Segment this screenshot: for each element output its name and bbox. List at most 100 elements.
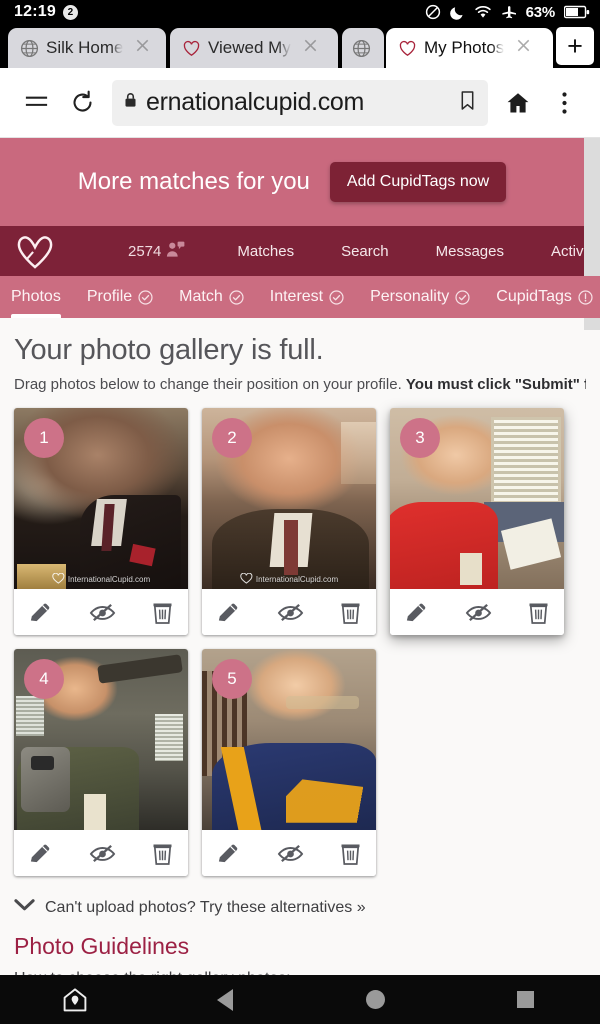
close-icon[interactable]: [511, 37, 536, 59]
watermark: InternationalCupid.com: [52, 572, 151, 586]
alexa-home-icon[interactable]: [0, 987, 150, 1013]
photo-position-badge: 1: [24, 418, 64, 458]
browser-tab-collapsed[interactable]: [342, 28, 384, 68]
photo-thumbnail[interactable]: 1 InternationalCupid.com: [14, 408, 188, 589]
photo-card[interactable]: 1 InternationalCupid.com: [14, 408, 188, 635]
tab-match[interactable]: Match: [179, 276, 244, 318]
watermark-text: InternationalCupid.com: [67, 575, 151, 584]
recents-square-icon[interactable]: [450, 991, 600, 1008]
photo-detail-id-badge: [83, 793, 107, 830]
photo-actions: [202, 830, 376, 876]
web-page-viewport: More matches for you Add CupidTags now 2…: [0, 138, 600, 975]
alert-circle-icon: [578, 289, 593, 305]
close-icon[interactable]: [130, 37, 155, 59]
chevron-down-icon: [14, 898, 35, 917]
edit-icon[interactable]: [28, 600, 53, 625]
photo-detail-glasses: [285, 696, 359, 709]
check-circle-icon: [138, 289, 153, 305]
nav-link-matches[interactable]: Matches: [237, 243, 294, 260]
edit-icon[interactable]: [216, 841, 241, 866]
photo-guidelines-heading[interactable]: Photo Guidelines: [14, 933, 586, 960]
nav-link-messages[interactable]: Messages: [436, 243, 504, 260]
delete-icon[interactable]: [339, 841, 362, 866]
tab-cupidtags[interactable]: CupidTags: [496, 276, 593, 318]
add-cupidtags-button[interactable]: Add CupidTags now: [329, 162, 507, 202]
delete-icon[interactable]: [151, 841, 174, 866]
photo-position-badge: 2: [212, 418, 252, 458]
photo-card[interactable]: 4: [14, 649, 188, 876]
tab-personality[interactable]: Personality: [370, 276, 470, 318]
person-message-icon: [166, 241, 185, 262]
delete-icon[interactable]: [339, 600, 362, 625]
watermark-text: InternationalCupid.com: [255, 575, 339, 584]
photo-actions: [390, 589, 564, 635]
heart-icon: [398, 39, 417, 58]
hide-icon[interactable]: [89, 600, 116, 625]
upload-alternatives-row[interactable]: Can't upload photos? Try these alternati…: [14, 898, 586, 917]
home-circle-icon[interactable]: [300, 990, 450, 1009]
visitors-count[interactable]: 2574: [128, 241, 185, 262]
browser-tab-my-photos[interactable]: My Photos: [386, 28, 553, 68]
hide-icon[interactable]: [89, 841, 116, 866]
upload-alternatives-label: Can't upload photos? Try these alternati…: [45, 898, 366, 916]
photo-card[interactable]: 3: [390, 408, 564, 635]
hide-icon[interactable]: [277, 600, 304, 625]
browser-tab-silk-home[interactable]: Silk Home: [8, 28, 166, 68]
globe-icon: [20, 39, 39, 58]
url-bar[interactable]: ernationalcupid.com: [112, 79, 488, 126]
visitors-count-value: 2574: [128, 242, 162, 260]
photo-grid: 1 InternationalCupid.com 2 International…: [14, 408, 586, 876]
hide-icon[interactable]: [277, 841, 304, 866]
photo-detail-phone-lens: [31, 755, 54, 771]
photo-actions: [14, 830, 188, 876]
globe-icon: [352, 39, 371, 58]
reload-icon[interactable]: [60, 81, 104, 125]
hamburger-menu-icon[interactable]: [14, 81, 58, 125]
home-icon[interactable]: [496, 81, 540, 125]
tab-interest[interactable]: Interest: [270, 276, 344, 318]
photo-thumbnail[interactable]: 5: [202, 649, 376, 830]
check-circle-icon: [329, 289, 344, 305]
photo-card[interactable]: 5: [202, 649, 376, 876]
moon-icon: [449, 4, 465, 20]
home-circle-shape: [365, 990, 385, 1009]
edit-icon[interactable]: [28, 841, 53, 866]
tab-label: Personality: [370, 288, 450, 305]
site-nav-links: Matches Search Messages Activity: [237, 243, 598, 260]
edit-icon[interactable]: [404, 600, 429, 625]
bookmark-icon[interactable]: [459, 90, 476, 116]
photo-thumbnail[interactable]: 3: [390, 408, 564, 589]
back-triangle-icon[interactable]: [150, 988, 300, 1011]
instructions-normal: Drag photos below to change their positi…: [14, 376, 406, 393]
status-clock: 12:19: [14, 3, 56, 20]
page-title: Your photo gallery is full.: [14, 334, 324, 366]
tab-photos[interactable]: Photos: [11, 276, 61, 318]
close-icon[interactable]: [298, 37, 323, 59]
nav-link-search[interactable]: Search: [341, 243, 389, 260]
edit-icon[interactable]: [216, 600, 241, 625]
tab-label: Match: [179, 288, 223, 305]
delete-icon[interactable]: [151, 600, 174, 625]
more-vertical-icon[interactable]: [542, 81, 586, 125]
photo-actions: [202, 589, 376, 635]
photo-thumbnail[interactable]: 4: [14, 649, 188, 830]
site-navigation-bar: 2574 Matches Search Messages Activity: [0, 226, 599, 276]
browser-tab-viewed-my[interactable]: Viewed My: [170, 28, 338, 68]
wifi-icon: [474, 5, 492, 19]
promo-banner: More matches for you Add CupidTags now: [0, 138, 584, 226]
photo-detail-tie: [283, 520, 298, 575]
photo-card[interactable]: 2 InternationalCupid.com: [202, 408, 376, 635]
profile-section-tabs: Photos Profile Match Interest Personalit…: [0, 276, 600, 318]
photo-position-badge: 3: [400, 418, 440, 458]
heart-logo-icon[interactable]: [14, 233, 70, 269]
photo-gallery-content: Your photo gallery is full. Drag photos …: [0, 318, 600, 975]
photo-thumbnail[interactable]: 2 InternationalCupid.com: [202, 408, 376, 589]
watermark-heart-icon: [52, 572, 65, 586]
tab-profile[interactable]: Profile: [87, 276, 153, 318]
instructions-bold: You must click "Submit" for change: [405, 376, 586, 393]
photo-position-badge: 4: [24, 659, 64, 699]
new-tab-button[interactable]: +: [556, 27, 594, 65]
photo-detail-badge-card: [459, 552, 483, 586]
delete-icon[interactable]: [527, 600, 550, 625]
hide-icon[interactable]: [465, 600, 492, 625]
